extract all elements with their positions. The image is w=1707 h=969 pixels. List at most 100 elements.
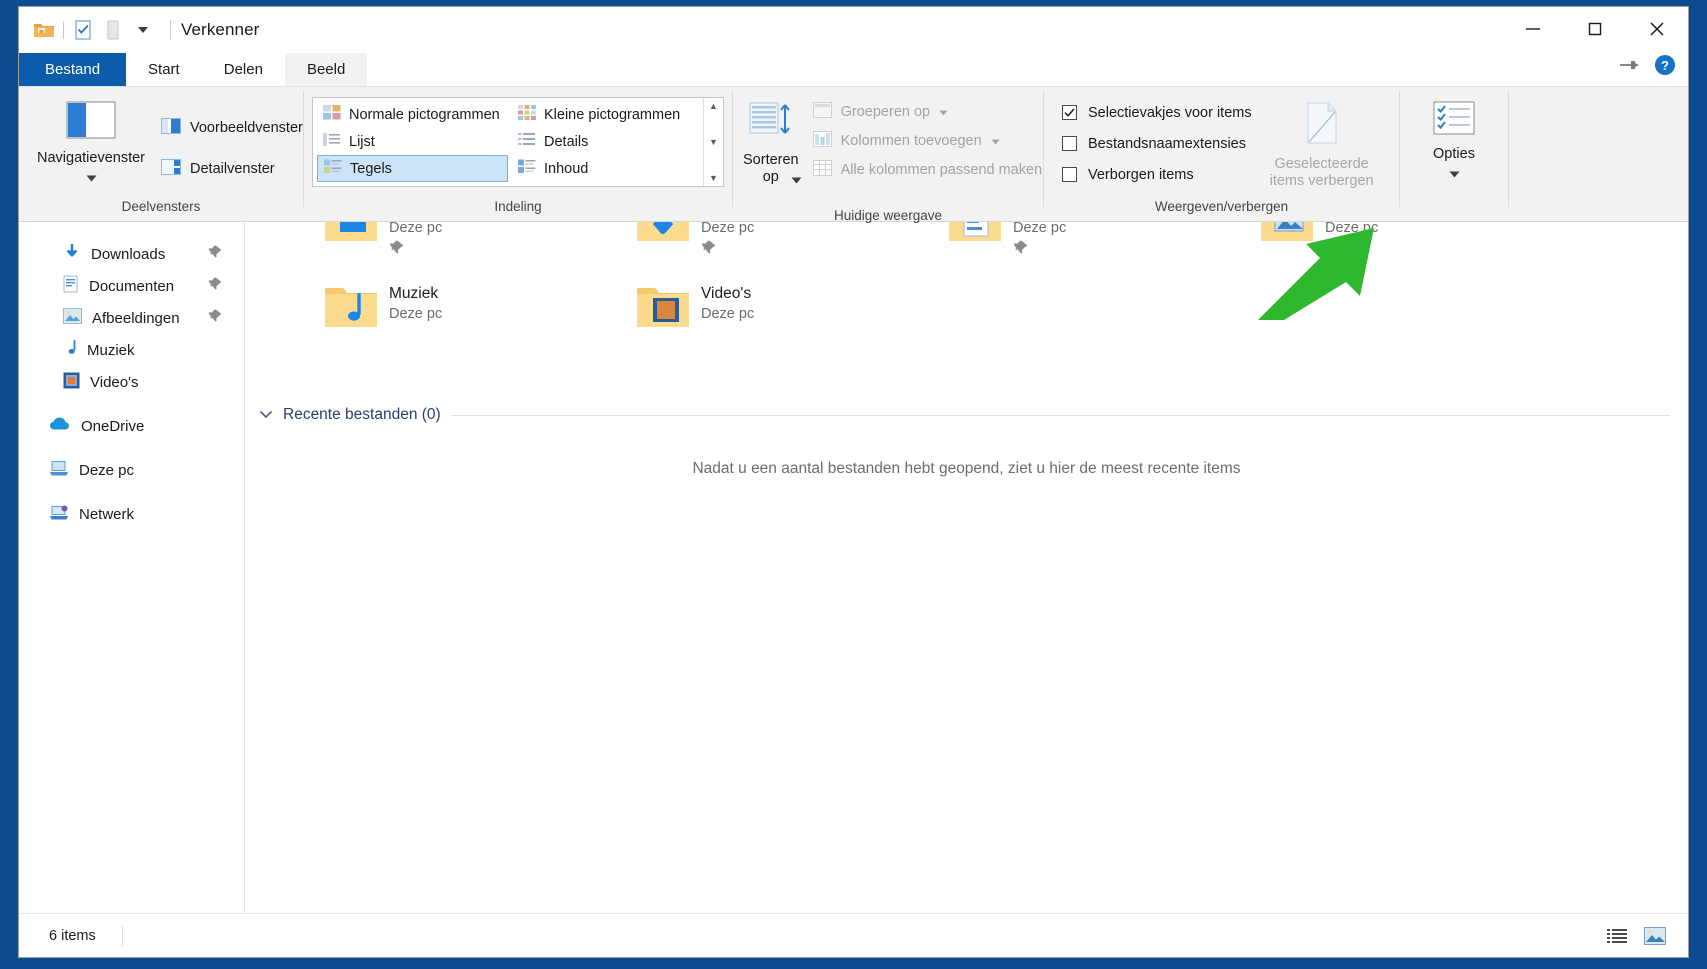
tile-documenten[interactable]: Documenten Deze pc (947, 222, 1247, 266)
options-button[interactable]: Opties (1400, 95, 1508, 183)
hide-selected-label: Geselecteerde items verbergen (1269, 156, 1374, 189)
folder-icon[interactable] (29, 15, 59, 45)
help-icon[interactable]: ? (1654, 54, 1676, 81)
ribbon-group-huidige-weergave: Sorteren op Groeperen op Kolommen toevoe… (733, 87, 1043, 223)
status-bar: 6 items (19, 913, 1688, 957)
chevron-down-icon[interactable] (1449, 165, 1460, 183)
group-by-item[interactable]: Groeperen op (805, 97, 1051, 126)
chevron-down-icon[interactable] (991, 133, 1000, 149)
title-separator (170, 20, 171, 40)
new-folder-icon[interactable] (98, 15, 128, 45)
add-columns-label: Kolommen toevoegen (840, 132, 982, 149)
tile-downloads[interactable]: Downloads Deze pc (635, 222, 935, 266)
checkbox-label: Bestandsnaamextensies (1088, 135, 1246, 152)
tile-muziek[interactable]: Muziek Deze pc (323, 282, 623, 352)
sort-by-button[interactable]: Sorteren op (743, 95, 802, 206)
tab-bestand[interactable]: Bestand (19, 53, 127, 86)
sidebar-item-onedrive[interactable]: OneDrive (19, 410, 244, 442)
checkbox-item-bestandsnaamextensies[interactable]: Bestandsnaamextensies (1062, 128, 1252, 159)
checkbox-unchecked-icon[interactable] (1062, 136, 1077, 151)
tile-bureaublad[interactable]: Bureaublad Deze pc (323, 222, 623, 266)
maximize-button[interactable] (1564, 7, 1626, 50)
sidebar-item-label: Downloads (91, 245, 166, 263)
checkbox-item-verborgen-items[interactable]: Verborgen items (1062, 159, 1252, 190)
hide-selected-items-button[interactable]: Geselecteerde items verbergen (1266, 95, 1378, 190)
minimize-button[interactable] (1502, 7, 1564, 50)
tile-text: Documenten Deze pc (1013, 222, 1101, 260)
sidebar-item-afbeeldingen[interactable]: Afbeeldingen (19, 302, 244, 334)
sidebar-item-videos[interactable]: Video's (19, 366, 244, 398)
gallery-more-icon[interactable]: ▼ (709, 173, 718, 183)
tab-beeld[interactable]: Beeld (284, 53, 368, 86)
gallery-scrollbar[interactable]: ▲ ▼ ▼ (703, 98, 723, 186)
pin-icon[interactable] (208, 309, 222, 327)
desktop-edge-left (0, 0, 18, 969)
medium-icons-icon (323, 105, 341, 124)
add-columns-icon (812, 130, 832, 151)
onedrive-icon (49, 417, 71, 435)
tile-grid: Bureaublad Deze pc (245, 222, 1688, 400)
tab-start[interactable]: Start (126, 53, 202, 86)
large-icons-view-button[interactable] (1640, 923, 1670, 949)
pin-icon[interactable] (208, 245, 222, 263)
gallery-item-lijst[interactable]: Lijst (317, 128, 508, 155)
gallery-column-right: Kleine pictogrammen Details Inhoud (508, 98, 703, 186)
checkbox-unchecked-icon[interactable] (1062, 167, 1077, 182)
gallery-item-normale-pictogrammen[interactable]: Normale pictogrammen (317, 101, 508, 128)
chevron-down-icon[interactable] (86, 169, 97, 187)
tile-afbeeldingen[interactable]: Afbeeldingen Deze pc (1259, 222, 1559, 266)
section-recente-bestanden[interactable]: Recente bestanden (0) (245, 406, 1688, 424)
sidebar-item-deze-pc[interactable]: Deze pc (19, 454, 244, 486)
navigation-pane-button[interactable]: Navigatievenster (37, 95, 145, 187)
sidebar-item-label: Video's (90, 373, 139, 391)
gallery-scroll-up-icon[interactable]: ▲ (709, 101, 718, 111)
add-columns-item[interactable]: Kolommen toevoegen (805, 126, 1051, 155)
section-rule (450, 414, 1670, 416)
chevron-down-icon[interactable] (791, 171, 802, 189)
details-view-button[interactable] (1602, 923, 1632, 949)
content-pane[interactable]: Bureaublad Deze pc (245, 222, 1688, 913)
gallery-item-kleine-pictogrammen[interactable]: Kleine pictogrammen (512, 101, 703, 128)
item-count-label: 6 items (49, 927, 96, 944)
documents-icon (63, 275, 79, 297)
folder-documents-icon (947, 222, 1003, 249)
properties-icon[interactable] (68, 15, 98, 45)
customize-qat-caret[interactable] (128, 15, 158, 45)
tile-text: Bureaublad Deze pc (389, 222, 468, 260)
checkbox-item-selectievakjes[interactable]: Selectievakjes voor items (1062, 97, 1252, 128)
preview-pane-item[interactable]: Voorbeeldvenster (153, 113, 311, 142)
tile-text: Muziek Deze pc (389, 282, 442, 324)
sidebar-item-downloads[interactable]: Downloads (19, 238, 244, 270)
gallery-item-details[interactable]: Details (512, 128, 703, 155)
layout-gallery[interactable]: Normale pictogrammen Lijst Tegels Kleine… (312, 97, 724, 187)
gallery-scroll-down-icon[interactable]: ▼ (709, 137, 718, 147)
tile-name: Video's (701, 285, 752, 302)
navigation-pane[interactable]: Downloads Documenten Afbeeldingen Muziek… (19, 222, 245, 913)
checkbox-label: Verborgen items (1088, 166, 1194, 183)
gallery-label: Normale pictogrammen (349, 106, 500, 123)
gallery-item-tegels[interactable]: Tegels (317, 155, 508, 182)
sidebar-item-muziek[interactable]: Muziek (19, 334, 244, 366)
fit-columns-item[interactable]: Alle kolommen passend maken (805, 155, 1051, 184)
gallery-label: Tegels (350, 160, 392, 177)
pin-icon (701, 240, 778, 260)
pin-icon (1013, 240, 1101, 260)
close-button[interactable] (1626, 7, 1688, 50)
details-pane-item[interactable]: Detailvenster (153, 154, 311, 183)
chevron-down-icon[interactable] (259, 406, 273, 424)
tile-subtitle: Deze pc (1013, 222, 1067, 236)
tab-delen[interactable]: Delen (202, 53, 285, 86)
gallery-column-left: Normale pictogrammen Lijst Tegels (313, 98, 508, 186)
checkbox-checked-icon[interactable] (1062, 105, 1077, 120)
gallery-item-inhoud[interactable]: Inhoud (512, 155, 703, 182)
pin-icon (1325, 240, 1416, 260)
empty-state-message: Nadat u een aantal bestanden hebt geopen… (692, 460, 1241, 477)
folder-downloads-icon (635, 222, 691, 249)
sidebar-item-documenten[interactable]: Documenten (19, 270, 244, 302)
chevron-down-icon[interactable] (939, 104, 948, 120)
qat-separator (63, 21, 64, 39)
sidebar-item-netwerk[interactable]: Netwerk (19, 498, 244, 530)
tile-videos[interactable]: Video's Deze pc (635, 282, 935, 352)
pin-icon[interactable] (208, 277, 222, 295)
pin-ribbon-icon[interactable] (1618, 58, 1640, 77)
